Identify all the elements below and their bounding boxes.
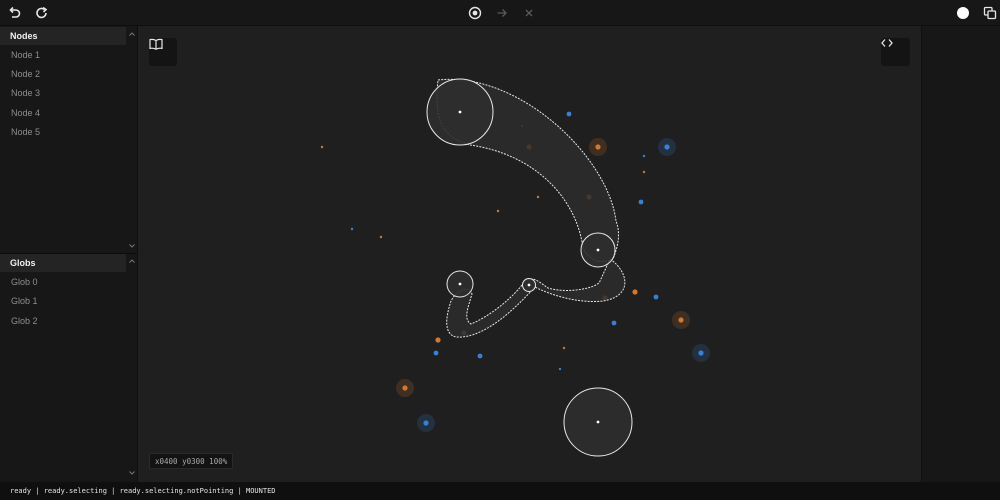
book-icon (149, 38, 163, 50)
scroll-down-icon[interactable] (128, 242, 136, 250)
node-list-item[interactable]: Node 5 (11, 127, 40, 137)
select-target-icon[interactable] (465, 3, 485, 23)
glob-1 (446, 258, 626, 338)
docs-button[interactable] (149, 38, 177, 66)
scroll-up-icon[interactable] (128, 30, 136, 38)
coordinates-readout: x0400 y0300 100% (149, 453, 234, 469)
node-list-item[interactable]: Node 2 (11, 69, 40, 79)
status-bar: ready | ready.selecting | ready.selectin… (0, 482, 1000, 500)
scroll-down-icon[interactable] (128, 469, 136, 477)
node-list-item[interactable]: Node 4 (11, 108, 40, 118)
glob-list-item[interactable]: Glob 2 (11, 316, 38, 326)
nodes-header: Nodes (0, 27, 126, 45)
globs-header: Globs (0, 254, 126, 272)
glob-list-item[interactable]: Glob 1 (11, 296, 38, 306)
code-icon (881, 39, 893, 47)
glob-list-item[interactable]: Glob 0 (11, 277, 38, 287)
right-panel (921, 26, 1000, 482)
node-list-item[interactable]: Node 3 (11, 88, 40, 98)
canvas-svg (320, 78, 710, 457)
close-icon[interactable] (519, 3, 539, 23)
redo-icon[interactable] (32, 3, 52, 23)
drawing-canvas[interactable]: x0400 y0300 100% (138, 26, 921, 482)
orange-particles (320, 144, 684, 391)
arrow-right-icon[interactable] (492, 3, 512, 23)
color-swatch-icon[interactable] (953, 3, 973, 23)
duplicate-icon[interactable] (980, 3, 1000, 23)
toolbar (0, 0, 1000, 26)
scroll-up-icon[interactable] (128, 257, 136, 265)
code-view-button[interactable] (881, 38, 910, 66)
node-list-item[interactable]: Node 1 (11, 50, 40, 60)
left-panel: Nodes Node 1 Node 2 Node 3 Node 4 Node 5… (0, 26, 138, 482)
undo-icon[interactable] (4, 3, 24, 23)
